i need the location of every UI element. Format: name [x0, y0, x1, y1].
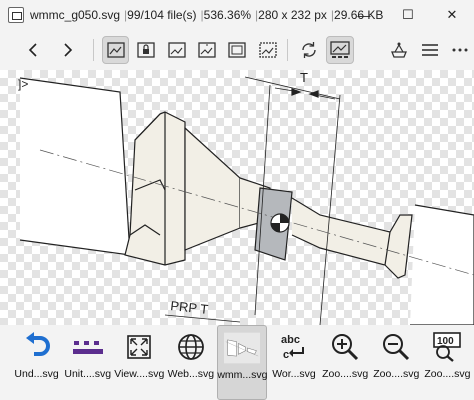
menu-button[interactable] — [416, 36, 443, 64]
thumbnail-item[interactable]: 100 Zoo....svg — [423, 325, 472, 400]
drawing-label-bracket: ]> — [18, 77, 28, 91]
thumbnail-label: View....svg — [114, 368, 165, 380]
thumbnail-label: Zoo....svg — [373, 368, 420, 380]
web-icon — [177, 334, 204, 360]
thumbnail-item[interactable]: View....svg — [114, 325, 164, 400]
thumbnail-item[interactable]: Web...svg — [166, 325, 215, 400]
undo-icon — [25, 332, 50, 356]
thumbnail-item-selected[interactable]: wmm...svg — [217, 325, 268, 400]
svg-text:100: 100 — [437, 336, 454, 347]
thumbnail-item[interactable]: Zoo....svg — [321, 325, 370, 400]
thumbnail-item[interactable]: Zoo....svg — [372, 325, 421, 400]
window-title: wmmc_g050.svg |99/104 file(s) |536.36% |280… — [30, 8, 384, 22]
thumbnail-item[interactable]: abc c Wor...svg — [269, 325, 318, 400]
title-bar: wmmc_g050.svg |99/104 file(s) |536.36% |280… — [0, 0, 474, 30]
units-icon — [72, 341, 103, 354]
image-fill-icon — [228, 42, 247, 58]
rotate-icon — [302, 42, 317, 58]
fit-width-button[interactable] — [163, 36, 190, 64]
fit-image-button[interactable] — [101, 36, 130, 64]
paint-bucket-icon — [391, 42, 408, 58]
zoom-100-icon: 100 — [433, 332, 462, 362]
title-dimensions: 280 x 232 px — [258, 8, 327, 22]
image-canvas[interactable]: T PRP T ]> — [0, 70, 474, 325]
more-button[interactable] — [447, 36, 474, 64]
image-height-icon — [198, 42, 216, 58]
image-auto-icon — [259, 42, 277, 58]
image-frame-icon — [106, 42, 125, 58]
edit-button[interactable] — [386, 36, 413, 64]
thumbnail-label: Unit....svg — [64, 368, 112, 380]
drawing-label-t: T — [300, 70, 308, 85]
thumbnail-strip: Und...svg Unit....svg View....svg Web...… — [0, 325, 474, 400]
thumbnail-label: Und...svg — [14, 368, 59, 380]
word-wrap-icon: abc c — [281, 334, 304, 361]
minimize-button[interactable]: — — [342, 0, 386, 30]
thumbnail-item[interactable]: Unit....svg — [63, 325, 112, 400]
image-viewer-window: wmmc_g050.svg |99/104 file(s) |536.36% |280… — [0, 0, 474, 400]
svg-text:abc: abc — [281, 334, 300, 346]
chevron-right-icon — [64, 43, 73, 57]
title-filename: wmmc_g050.svg — [30, 8, 121, 22]
window-controls: — ☐ ✕ — [342, 0, 474, 30]
thumbnail-label: Zoo....svg — [424, 368, 471, 380]
fill-button[interactable] — [224, 36, 251, 64]
zoom-out-icon — [383, 334, 410, 361]
zoom-in-icon — [332, 334, 359, 361]
rotate-button[interactable] — [296, 36, 323, 64]
app-icon — [8, 7, 24, 23]
title-file-index: 99/104 file(s) — [127, 8, 197, 22]
maximize-button[interactable]: ☐ — [386, 0, 430, 30]
thumbnail-label: wmm...svg — [217, 369, 268, 381]
toolbar — [0, 30, 474, 70]
next-button[interactable] — [53, 36, 80, 64]
lock-frame-icon — [137, 42, 155, 58]
fit-height-button[interactable] — [193, 36, 220, 64]
hamburger-menu-icon — [421, 44, 438, 56]
drawing-thumbnail — [224, 332, 261, 364]
thumbnail-item[interactable]: Und...svg — [12, 325, 61, 400]
close-button[interactable]: ✕ — [430, 0, 474, 30]
thumbnail-label: Wor...svg — [272, 368, 316, 380]
gallery-icon — [330, 41, 350, 58]
svg-text:c: c — [283, 349, 289, 361]
drawing-label-prp: PRP T — [170, 298, 209, 317]
more-dots-icon — [452, 48, 468, 52]
lock-button[interactable] — [132, 36, 159, 64]
gallery-button[interactable] — [326, 36, 354, 64]
previous-button[interactable] — [20, 36, 47, 64]
thumbnail-label: Web...svg — [167, 368, 215, 380]
auto-zoom-button[interactable] — [254, 36, 281, 64]
chevron-left-icon — [28, 43, 37, 57]
image-width-icon — [167, 42, 186, 58]
title-zoom: 536.36% — [203, 8, 252, 22]
view-icon — [127, 335, 152, 359]
technical-drawing: T PRP T ]> — [18, 70, 474, 325]
thumbnail-label: Zoo....svg — [322, 368, 369, 380]
